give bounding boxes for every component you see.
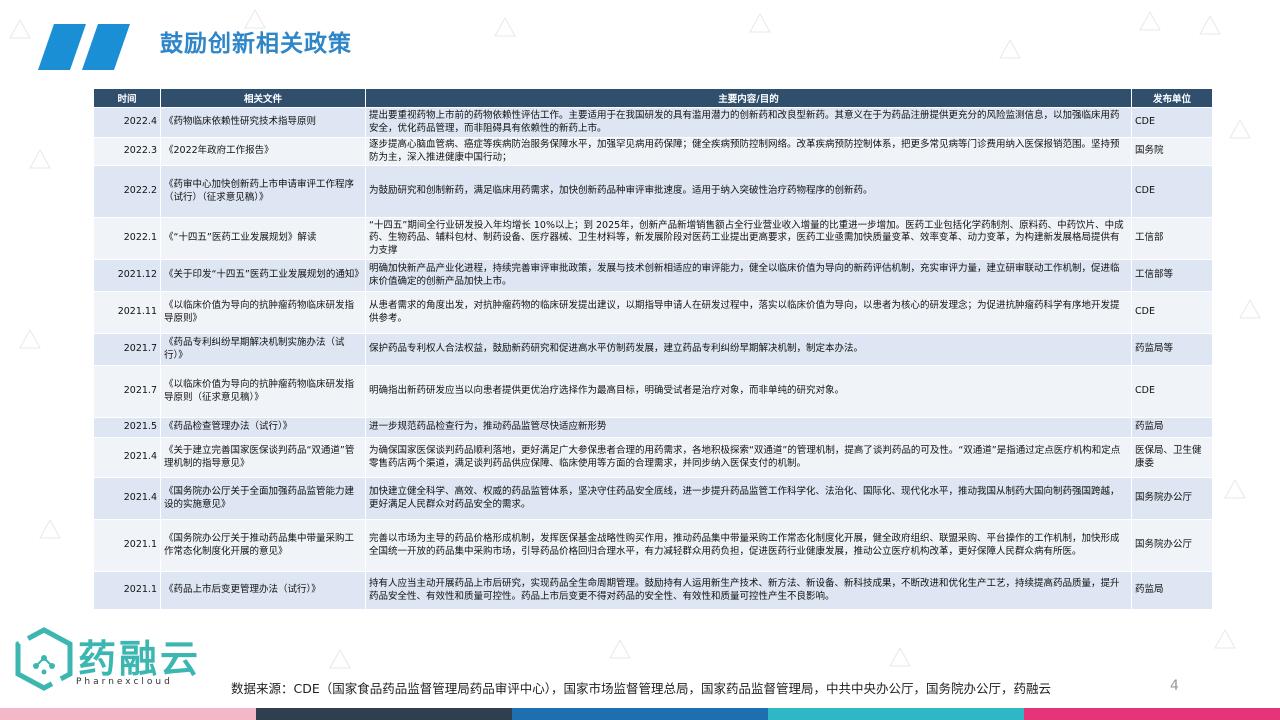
header-document: 相关文件: [160, 88, 366, 108]
cell-content: “十四五”期间全行业研发投入年均增长 10%以上；到 2025年，创新产品新增销…: [365, 217, 1132, 260]
cell-time: 2021.1: [93, 571, 161, 610]
cell-time: 2021.4: [93, 477, 161, 520]
cell-time: 2021.7: [93, 365, 161, 418]
cell-time: 2021.5: [93, 417, 161, 438]
cell-time: 2021.1: [93, 519, 161, 572]
cell-document: 《以临床价值为导向的抗肿瘤药物临床研发指导原则》: [160, 291, 366, 334]
cell-unit: CDE: [1131, 291, 1213, 334]
cell-time: 2021.11: [93, 291, 161, 334]
cell-unit: 医保局、卫生健康委: [1131, 437, 1213, 478]
cell-time: 2021.7: [93, 333, 161, 366]
table-row: 2021.11 《以临床价值为导向的抗肿瘤药物临床研发指导原则》 从患者需求的角…: [93, 291, 1213, 334]
cell-content: 完善以市场为主导的药品价格形成机制，发挥医保基金战略性购买作用，推动药品集中带量…: [365, 519, 1132, 572]
cell-content: 为鼓励研究和创制新药，满足临床用药需求，加快创新药品种审评审批速度。适用于纳入突…: [365, 165, 1132, 218]
cell-document: 《以临床价值为导向的抗肿瘤药物临床研发指导原则（征求意见稿）》: [160, 365, 366, 418]
cell-document: 《关于印发“十四五”医药工业发展规划的通知》: [160, 259, 366, 292]
footer-segment: [512, 708, 768, 720]
footer-segment: [1024, 708, 1280, 720]
cell-unit: 药监局等: [1131, 333, 1213, 366]
cell-unit: 国务院办公厅: [1131, 519, 1213, 572]
cell-time: 2022.4: [93, 107, 161, 138]
footer-segment: [256, 708, 512, 720]
table-row: 2022.1 《“十四五”医药工业发展规划》解读 “十四五”期间全行业研发投入年…: [93, 217, 1213, 260]
cell-unit: 国务院: [1131, 137, 1213, 166]
header-time: 时间: [93, 88, 161, 108]
cell-unit: 工信部等: [1131, 259, 1213, 292]
cell-unit: 药监局: [1131, 417, 1213, 438]
cell-content: 进一步规范药品检查行为，推动药品监管尽快适应新形势: [365, 417, 1132, 438]
cell-content: 为确保国家医保谈判药品顺利落地，更好满足广大参保患者合理的用药需求，各地积极探索…: [365, 437, 1132, 478]
cell-document: 《“十四五”医药工业发展规划》解读: [160, 217, 366, 260]
cell-document: 《国务院办公厅关于全面加强药品监管能力建设的实施意见》: [160, 477, 366, 520]
header-unit: 发布单位: [1131, 88, 1213, 108]
cell-document: 《2022年政府工作报告》: [160, 137, 366, 166]
table-header-row: 时间 相关文件 主要内容/目的 发布单位: [93, 88, 1213, 108]
cell-unit: 药监局: [1131, 571, 1213, 610]
cell-document: 《关于建立完善国家医保谈判药品“双通道”管理机制的指导意见》: [160, 437, 366, 478]
table-row: 2021.7 《药品专利纠纷早期解决机制实施办法（试行）》 保护药品专利权人合法…: [93, 333, 1213, 366]
table-row: 2021.7 《以临床价值为导向的抗肿瘤药物临床研发指导原则（征求意见稿）》 明…: [93, 365, 1213, 418]
header-content: 主要内容/目的: [365, 88, 1132, 108]
title-accent-icon: [38, 24, 130, 70]
cell-unit: 工信部: [1131, 217, 1213, 260]
logo-subtitle: Pharnexcloud: [76, 677, 173, 687]
page-number: 4: [1170, 678, 1179, 694]
cell-content: 加快建立健全科学、高效、权威的药品监管体系，坚决守住药品安全底线，进一步提升药品…: [365, 477, 1132, 520]
cell-unit: CDE: [1131, 365, 1213, 418]
cell-unit: CDE: [1131, 107, 1213, 138]
table-row: 2021.4 《关于建立完善国家医保谈判药品“双通道”管理机制的指导意见》 为确…: [93, 437, 1213, 478]
table-row: 2021.4 《国务院办公厅关于全面加强药品监管能力建设的实施意见》 加快建立健…: [93, 477, 1213, 520]
cell-document: 《国务院办公厅关于推动药品集中带量采购工作常态化制度化开展的意见》: [160, 519, 366, 572]
table-row: 2022.3 《2022年政府工作报告》 逐步提高心脑血管病、癌症等疾病防治服务…: [93, 137, 1213, 166]
table-row: 2021.5 《药品检查管理办法（试行）》 进一步规范药品检查行为，推动药品监管…: [93, 417, 1213, 438]
table-row: 2021.1 《药品上市后变更管理办法（试行）》 持有人应当主动开展药品上市后研…: [93, 571, 1213, 610]
table-row: 2022.4 《药物临床依赖性研究技术指导原则 提出要重视药物上市前的药物依赖性…: [93, 107, 1213, 138]
cell-time: 2022.3: [93, 137, 161, 166]
cell-content: 持有人应当主动开展药品上市后研究，实现药品全生命周期管理。鼓励持有人运用新生产技…: [365, 571, 1132, 610]
cell-unit: 国务院办公厅: [1131, 477, 1213, 520]
cell-content: 明确指出新药研发应当以向患者提供更优治疗选择作为最高目标，明确受试者是治疗对象，…: [365, 365, 1132, 418]
page-title: 鼓励创新相关政策: [160, 31, 352, 57]
table-row: 2021.1 《国务院办公厅关于推动药品集中带量采购工作常态化制度化开展的意见》…: [93, 519, 1213, 572]
cell-content: 提出要重视药物上市前的药物依赖性评估工作。主要适用于在我国研发的具有滥用潜力的创…: [365, 107, 1132, 138]
cell-content: 从患者需求的角度出发，对抗肿瘤药物的临床研发提出建议，以期指导申请人在研发过程中…: [365, 291, 1132, 334]
cell-document: 《药物临床依赖性研究技术指导原则: [160, 107, 366, 138]
cell-time: 2021.4: [93, 437, 161, 478]
footer-segment: [768, 708, 1024, 720]
cell-document: 《药审中心加快创新药上市申请审评工作程序（试行）（征求意见稿）》: [160, 165, 366, 218]
table-row: 2022.2 《药审中心加快创新药上市申请审评工作程序（试行）（征求意见稿）》 …: [93, 165, 1213, 218]
cell-content: 保护药品专利权人合法权益，鼓励新药研究和促进高水平仿制药发展，建立药品专利纠纷早…: [365, 333, 1132, 366]
table-row: 2021.12 《关于印发“十四五”医药工业发展规划的通知》 明确加快新产品产业…: [93, 259, 1213, 292]
data-source-note: 数据来源：CDE（国家食品药品监督管理局药品审评中心），国家市场监督管理总局，国…: [231, 681, 1052, 696]
policy-table: 时间 相关文件 主要内容/目的 发布单位 2022.4 《药物临床依赖性研究技术…: [93, 88, 1213, 610]
cell-unit: CDE: [1131, 165, 1213, 218]
cell-document: 《药品专利纠纷早期解决机制实施办法（试行）》: [160, 333, 366, 366]
cell-document: 《药品上市后变更管理办法（试行）》: [160, 571, 366, 610]
cell-time: 2022.1: [93, 217, 161, 260]
footer-segment: [0, 708, 256, 720]
cell-content: 逐步提高心脑血管病、癌症等疾病防治服务保障水平，加强罕见病用药保障；健全疾病预防…: [365, 137, 1132, 166]
logo-name: 药融云: [78, 637, 202, 681]
footer-color-bar: [0, 708, 1280, 720]
cell-time: 2022.2: [93, 165, 161, 218]
cell-content: 明确加快新产品产业化进程，持续完善审评审批政策，发展与技术创新相适应的审评能力，…: [365, 259, 1132, 292]
cell-time: 2021.12: [93, 259, 161, 292]
cell-document: 《药品检查管理办法（试行）》: [160, 417, 366, 438]
